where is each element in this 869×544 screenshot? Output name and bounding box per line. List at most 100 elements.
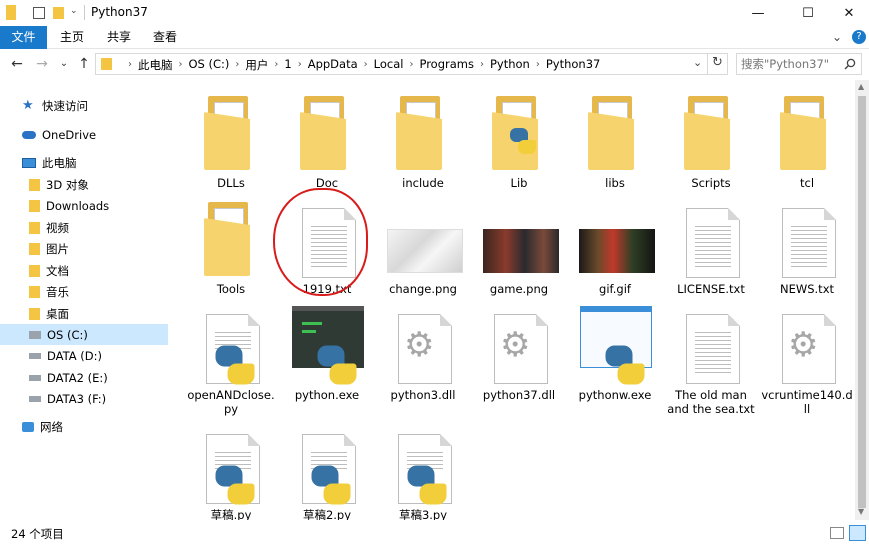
file-item-python3-dll[interactable]: ⚙ python3.dll <box>376 304 470 402</box>
file-item-libs[interactable]: libs <box>568 92 662 190</box>
file-item-python37-dll[interactable]: ⚙ python37.dll <box>472 304 566 402</box>
breadcrumb-user[interactable]: 1 <box>280 57 295 73</box>
sidebar-item-this-pc[interactable]: 此电脑 <box>22 152 190 173</box>
sidebar-item-music[interactable]: 音乐 <box>29 281 197 302</box>
breadcrumb-os-c[interactable]: OS (C:) <box>185 57 234 73</box>
sidebar-item-os-c[interactable]: OS (C:) <box>0 324 168 345</box>
tab-share[interactable]: 共享 <box>99 26 139 49</box>
breadcrumb-appdata[interactable]: AppData <box>304 57 362 73</box>
breadcrumb-separator-icon[interactable]: › <box>177 57 185 73</box>
up-button[interactable]: ↑ <box>75 55 93 73</box>
quick-access-dropdown-icon[interactable]: ⌄ <box>70 6 84 21</box>
breadcrumb-separator-icon[interactable]: › <box>296 57 304 73</box>
file-item-game-png[interactable]: game.png <box>472 198 566 296</box>
new-folder-icon[interactable] <box>53 7 64 19</box>
sidebar-item-data2-e[interactable]: DATA2 (E:) <box>29 367 197 388</box>
file-name: game.png <box>489 282 549 296</box>
sidebar-item-network[interactable]: 网络 <box>22 416 190 437</box>
file-item-lib[interactable]: Lib <box>472 92 566 190</box>
image-thumbnail <box>568 198 662 280</box>
details-view-icon[interactable] <box>830 527 844 539</box>
ribbon-expand-icon[interactable]: ⌄ <box>830 26 844 49</box>
file-item-include[interactable]: include <box>376 92 470 190</box>
breadcrumb-programs[interactable]: Programs <box>415 57 478 73</box>
breadcrumb-separator-icon[interactable]: › <box>233 57 241 73</box>
refresh-button[interactable]: ↻ <box>712 55 723 70</box>
close-button[interactable]: ✕ <box>826 0 869 26</box>
file-item-openandclose-py[interactable]: openANDclose.py <box>184 304 278 416</box>
gear-icon: ⚙ <box>500 325 531 365</box>
file-item-license-txt[interactable]: LICENSE.txt <box>664 198 758 296</box>
search-box[interactable] <box>736 53 862 75</box>
sidebar-item-data-d[interactable]: DATA (D:) <box>29 345 197 366</box>
tab-file[interactable]: 文件 <box>0 26 47 49</box>
sidebar-item-quick-access[interactable]: ★ 快速访问 <box>22 95 190 116</box>
file-name: LICENSE.txt <box>677 282 745 296</box>
file-name: python3.dll <box>390 388 456 402</box>
scroll-down-icon[interactable]: ▼ <box>858 507 864 516</box>
scroll-up-icon[interactable]: ▲ <box>858 82 864 91</box>
file-item-change-png[interactable]: change.png <box>376 198 470 296</box>
search-icon[interactable] <box>844 58 856 70</box>
file-item-gif-gif[interactable]: gif.gif <box>568 198 662 296</box>
file-item-dlls[interactable]: DLLs <box>184 92 278 190</box>
folder-icon <box>184 92 278 174</box>
breadcrumb-separator-icon[interactable]: › <box>534 57 542 73</box>
scrollbar-thumb[interactable] <box>858 96 866 508</box>
back-button[interactable]: ← <box>8 55 26 73</box>
address-bar[interactable]: › 此电脑 › OS (C:) › 用户 › 1 › AppData › Loc… <box>95 53 728 75</box>
breadcrumb-this-pc[interactable]: 此电脑 <box>134 57 177 73</box>
sidebar-item-documents[interactable]: 文档 <box>29 260 197 281</box>
search-input[interactable] <box>741 56 841 72</box>
file-item-tcl[interactable]: tcl <box>760 92 854 190</box>
sidebar-item-3d-objects[interactable]: 3D 对象 <box>29 174 197 195</box>
breadcrumb-users[interactable]: 用户 <box>241 57 272 73</box>
file-item-pythonw-exe[interactable]: pythonw.exe <box>568 304 662 402</box>
breadcrumb-local[interactable]: Local <box>370 57 408 73</box>
file-name: python37.dll <box>482 388 556 402</box>
breadcrumb-python37[interactable]: Python37 <box>542 57 605 73</box>
file-item-doc[interactable]: Doc <box>280 92 374 190</box>
help-icon[interactable]: ? <box>852 30 866 44</box>
network-icon <box>22 421 34 432</box>
file-item-old-man-txt[interactable]: The old man and the sea.txt <box>664 304 758 416</box>
folder-icon <box>760 92 854 174</box>
address-dropdown-icon[interactable]: ⌄ <box>693 56 702 69</box>
file-item-draft2-py[interactable]: 草稿2.py <box>280 424 374 520</box>
file-item-vcruntime140-dll[interactable]: ⚙ vcruntime140.dll <box>760 304 854 416</box>
large-icons-view-icon[interactable] <box>849 525 866 541</box>
breadcrumb-separator-icon[interactable]: › <box>272 57 280 73</box>
file-item-draft-py[interactable]: 草稿.py <box>184 424 278 520</box>
sidebar-item-videos[interactable]: 视频 <box>29 217 197 238</box>
sidebar-item-onedrive[interactable]: OneDrive <box>22 124 190 145</box>
minimize-button[interactable]: — <box>735 0 781 26</box>
file-name: Tools <box>216 282 246 296</box>
file-item-python-exe[interactable]: python.exe <box>280 304 374 402</box>
file-item-draft3-py[interactable]: 草稿3.py <box>376 424 470 520</box>
file-name: pythonw.exe <box>578 388 652 402</box>
breadcrumb-python[interactable]: Python <box>486 57 534 73</box>
properties-icon[interactable] <box>33 7 45 19</box>
sidebar-item-downloads[interactable]: Downloads <box>29 195 197 216</box>
breadcrumb-separator-icon[interactable]: › <box>407 57 415 73</box>
sidebar-item-desktop[interactable]: 桌面 <box>29 303 197 324</box>
tab-view[interactable]: 查看 <box>145 26 185 49</box>
file-item-scripts[interactable]: Scripts <box>664 92 758 190</box>
tab-home[interactable]: 主页 <box>52 26 92 49</box>
file-item-news-txt[interactable]: NEWS.txt <box>760 198 854 296</box>
folder-icon <box>6 5 16 20</box>
file-item-tools[interactable]: Tools <box>184 198 278 296</box>
file-name: 草稿2.py <box>302 508 352 520</box>
breadcrumb-separator-icon[interactable]: › <box>478 57 486 73</box>
sidebar-item-data3-f[interactable]: DATA3 (F:) <box>29 388 197 409</box>
maximize-button[interactable]: ☐ <box>785 0 831 26</box>
explorer-window: ⌄ Python37 — ☐ ✕ 文件 主页 共享 查看 ⌄ ? ← → ⌄ ↑… <box>0 0 869 544</box>
desktop-folder-icon <box>29 307 40 320</box>
sidebar-item-pictures[interactable]: 图片 <box>29 238 197 259</box>
breadcrumb-separator-icon[interactable]: › <box>362 57 370 73</box>
sidebar-item-label: DATA2 (E:) <box>47 370 108 385</box>
recent-locations-button[interactable]: ⌄ <box>55 55 73 73</box>
python-file-icon <box>280 424 374 506</box>
forward-button[interactable]: → <box>33 55 51 73</box>
gear-icon: ⚙ <box>788 325 819 365</box>
